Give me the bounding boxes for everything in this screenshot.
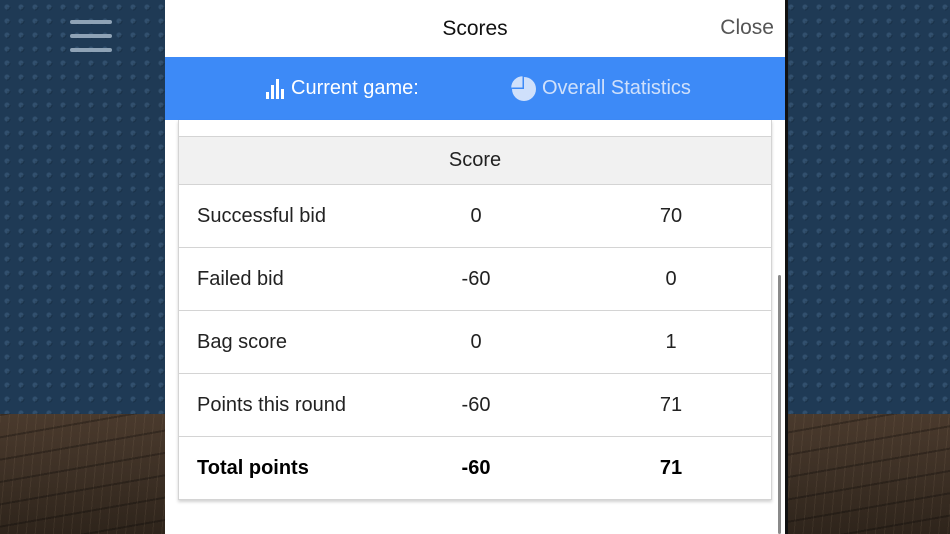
sheet-header: Scores Close [165, 0, 785, 57]
team-b-value: 71 [659, 393, 683, 416]
tab-overall-statistics[interactable]: Overall Statistics [510, 75, 691, 103]
scores-content: Score Successful bid 0 70 Failed bid -60… [165, 120, 785, 534]
team-a-value: -60 [461, 393, 491, 416]
team-a-value: 0 [470, 204, 482, 227]
tab-current-game-label: Current game: [291, 77, 419, 99]
score-table: Score Successful bid 0 70 Failed bid -60… [178, 120, 772, 500]
tab-current-game[interactable]: Current game: [265, 77, 419, 100]
table-header: Score [179, 137, 771, 185]
table-row: Bag score 0 1 [179, 311, 771, 374]
scrollbar[interactable] [778, 275, 781, 534]
team-b-value: 71 [659, 456, 683, 479]
row-label: Total points [197, 456, 309, 479]
team-b-value: 70 [659, 204, 683, 227]
table-row: Points this round -60 71 [179, 374, 771, 437]
scores-sheet: Scores Close Current game: Overall Stati… [165, 0, 785, 534]
table-row: Failed bid -60 0 [179, 248, 771, 311]
team-b-value: 0 [665, 267, 677, 290]
close-button[interactable]: Close [720, 16, 774, 40]
hamburger-line [70, 34, 112, 38]
row-label: Points this round [197, 393, 346, 416]
row-label: Failed bid [197, 267, 284, 290]
tab-bar: Current game: Overall Statistics [165, 57, 785, 120]
bar-chart-icon [266, 78, 284, 99]
team-a-value: -60 [461, 456, 491, 479]
sheet-edge [785, 0, 788, 534]
hamburger-menu-icon[interactable] [70, 20, 112, 52]
hamburger-line [70, 20, 112, 24]
pie-chart-icon [511, 75, 536, 101]
team-a-value: -60 [461, 267, 491, 290]
row-label: Successful bid [197, 204, 326, 227]
hamburger-line [70, 48, 112, 52]
team-b-value: 1 [665, 330, 677, 353]
table-top-edge [179, 120, 771, 137]
sheet-title: Scores [442, 16, 508, 40]
row-label: Bag score [197, 330, 288, 353]
tab-overall-statistics-label: Overall Statistics [542, 77, 691, 99]
total-row: Total points -60 71 [179, 437, 771, 499]
table-row: Successful bid 0 70 [179, 185, 771, 248]
team-a-value: 0 [470, 330, 482, 353]
